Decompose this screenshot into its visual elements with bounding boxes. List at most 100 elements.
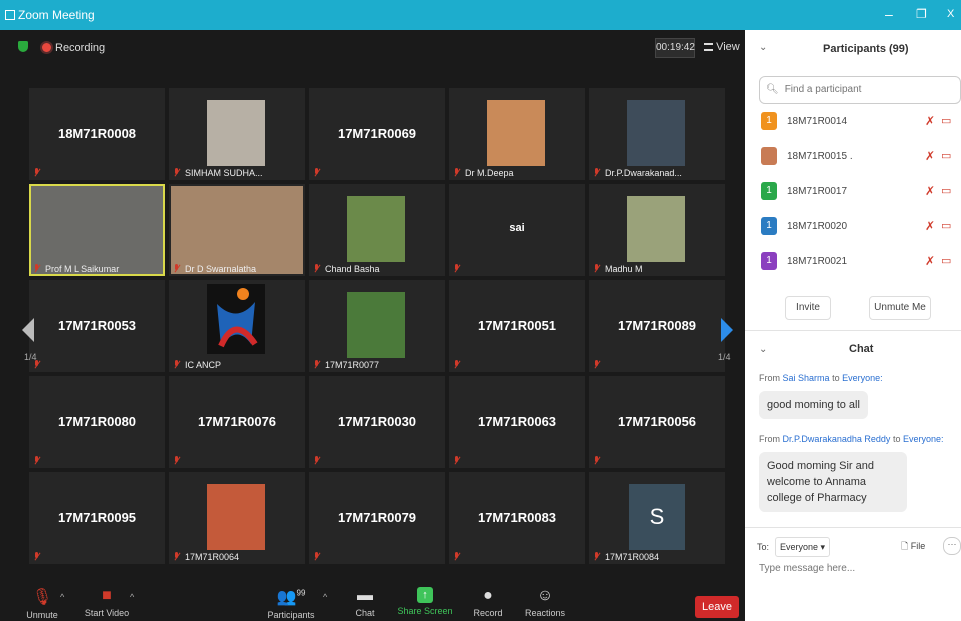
record-label: Record (473, 608, 503, 618)
muted-microphone-icon (453, 456, 460, 465)
participant-video-tile[interactable]: Madhu M (589, 184, 725, 276)
start-video-button[interactable]: ■ Start Video (82, 587, 132, 618)
participant-display-name: Dr.P.Dwarakanad... (593, 168, 682, 178)
participant-list-item[interactable]: 1 18M71R0020 ✗ ▭ (761, 217, 961, 239)
share-screen-button[interactable]: ↑ Share Screen (396, 587, 454, 616)
view-label: View (716, 41, 740, 53)
participant-search[interactable]: 🔍︎ (759, 76, 961, 104)
participant-list-item[interactable]: 1 18M71R0021 ✗ ▭ (761, 252, 961, 274)
participant-video-tile[interactable]: 17M71R0064 (169, 472, 305, 564)
recipient-select[interactable]: Everyone ▾ (775, 537, 831, 557)
video-options-caret-icon[interactable]: ^ (130, 592, 134, 602)
next-page-arrow-icon[interactable] (721, 318, 733, 342)
previous-page-arrow-icon[interactable] (22, 318, 34, 342)
leave-button[interactable]: Leave (695, 596, 739, 618)
participant-list-item[interactable]: 18M71R0015 . ✗ ▭ (761, 147, 961, 169)
chat-message-input[interactable] (757, 562, 961, 575)
message-sender[interactable]: Dr.P.Dwarakanadha Reddy (783, 434, 891, 444)
security-shield-icon[interactable] (18, 41, 28, 52)
participant-name: 18M71R0021 (787, 256, 848, 267)
participant-video-tile[interactable]: Prof M L Saikumar (29, 184, 165, 276)
participant-video-tile[interactable]: Dr D Swarnalatha (169, 184, 305, 276)
start-video-label: Start Video (84, 608, 130, 618)
participant-video-tile[interactable]: 17M71R0053 (29, 280, 165, 372)
participant-profile-photo (347, 196, 405, 262)
participant-display-name: Prof M L Saikumar (33, 264, 119, 274)
participant-search-input[interactable] (782, 83, 957, 96)
restore-button[interactable]: ❐ (916, 7, 927, 21)
participant-video-tile[interactable]: 17M71R0080 (29, 376, 165, 468)
participant-display-name-text: 17M71R0084 (605, 552, 660, 562)
reactions-label: Reactions (524, 608, 566, 618)
muted-microphone-icon (33, 456, 40, 465)
message-sender[interactable]: Sai Sharma (783, 373, 830, 383)
close-button[interactable]: X (947, 8, 954, 20)
muted-microphone-icon (313, 456, 320, 465)
participant-list-item[interactable]: 1 18M71R0014 ✗ ▭ (761, 112, 961, 134)
minimize-button[interactable]: – (885, 6, 893, 22)
video-off-icon: ■ (102, 587, 112, 604)
participant-display-name: Dr M.Deepa (453, 168, 514, 178)
participant-video-tile[interactable]: 17M71R0076 (169, 376, 305, 468)
participant-avatar: 1 (761, 217, 777, 235)
participant-list-item[interactable]: 1 18M71R0017 ✗ ▭ (761, 182, 961, 204)
participant-avatar: 1 (761, 252, 777, 270)
participant-profile-photo (627, 196, 685, 262)
participant-video-tile[interactable]: 17M71R0089 (589, 280, 725, 372)
file-label: File (910, 541, 926, 551)
participant-display-name: SIMHAM SUDHA... (173, 168, 263, 178)
chat-collapse-chevron-icon[interactable]: ⌄ (759, 344, 767, 355)
side-panel: ⌄ Participants (99) 🔍︎ 118M71R0014✗▭ 18M7… (745, 30, 961, 621)
participant-video-tile[interactable]: Dr M.Deepa (449, 88, 585, 180)
participant-video-tile[interactable]: 17M71R0056 (589, 376, 725, 468)
participant-display-name-text: Prof M L Saikumar (45, 264, 120, 274)
recording-label: Recording (55, 42, 106, 54)
participant-video-tile[interactable]: 17M71R0069 (309, 88, 445, 180)
participant-video-tile[interactable]: Dr.P.Dwarakanad... (589, 88, 725, 180)
chevron-down-icon: ▾ (820, 542, 826, 552)
participant-video-tile[interactable]: 17M71R0051 (449, 280, 585, 372)
participants-header: ⌄ Participants (99) (745, 30, 961, 66)
reactions-button[interactable]: ☺ Reactions (523, 587, 567, 618)
participant-video-tile[interactable]: 17M71R0079 (309, 472, 445, 564)
participants-button[interactable]: 👥99 Participants (265, 587, 317, 620)
participant-avatar: 1 (761, 112, 777, 130)
muted-microphone-icon (453, 552, 460, 561)
muted-microphone-icon: 🎙 (31, 589, 53, 606)
participant-video-tile[interactable]: S 17M71R0084 (589, 472, 725, 564)
participant-display-name-text: Chand Basha (325, 264, 380, 274)
participant-video-tile[interactable]: 17M71R0095 (29, 472, 165, 564)
more-options-button[interactable]: ··· (943, 537, 961, 555)
participant-profile-photo (627, 100, 685, 166)
file-button[interactable]: 🗋 File (901, 539, 925, 555)
invite-button[interactable]: Invite (785, 296, 831, 320)
audio-options-caret-icon[interactable]: ^ (60, 592, 64, 602)
record-button[interactable]: ● Record (470, 587, 506, 618)
participants-options-caret-icon[interactable]: ^ (323, 592, 327, 602)
organization-logo (207, 284, 265, 354)
participant-video-tile[interactable]: Chand Basha (309, 184, 445, 276)
participant-profile-photo (487, 100, 545, 166)
participant-video-tile[interactable]: 17M71R0077 (309, 280, 445, 372)
participant-video-tile[interactable]: IC ANCP (169, 280, 305, 372)
unmute-me-button[interactable]: Unmute Me (869, 296, 931, 320)
participant-name: 17M71R0095 (57, 510, 137, 525)
participant-video-tile[interactable]: sai (449, 184, 585, 276)
participant-video-tile[interactable]: 17M71R0083 (449, 472, 585, 564)
participant-video-tile[interactable]: 18M71R0008 (29, 88, 165, 180)
message-recipient: Everyone: (842, 373, 883, 383)
participant-display-name-text: Dr.P.Dwarakanad... (605, 168, 682, 178)
participant-video-tile[interactable]: 17M71R0063 (449, 376, 585, 468)
collapse-chevron-icon[interactable]: ⌄ (759, 42, 767, 53)
unmute-button[interactable]: 🎙 Unmute (22, 587, 62, 620)
participant-display-name: Dr D Swarnalatha (173, 264, 256, 274)
participant-live-video (31, 186, 163, 274)
title-bar: Zoom Meeting – ❐ X (0, 0, 961, 30)
muted-microphone-icon (33, 552, 40, 561)
participant-video-tile[interactable]: 17M71R0030 (309, 376, 445, 468)
recipient-select-value: Everyone (780, 542, 819, 552)
participant-video-tile[interactable]: SIMHAM SUDHA... (169, 88, 305, 180)
chat-button[interactable]: ▬ Chat (350, 587, 380, 618)
video-off-icon: ▭ (941, 150, 952, 162)
view-button[interactable]: View (704, 41, 740, 53)
